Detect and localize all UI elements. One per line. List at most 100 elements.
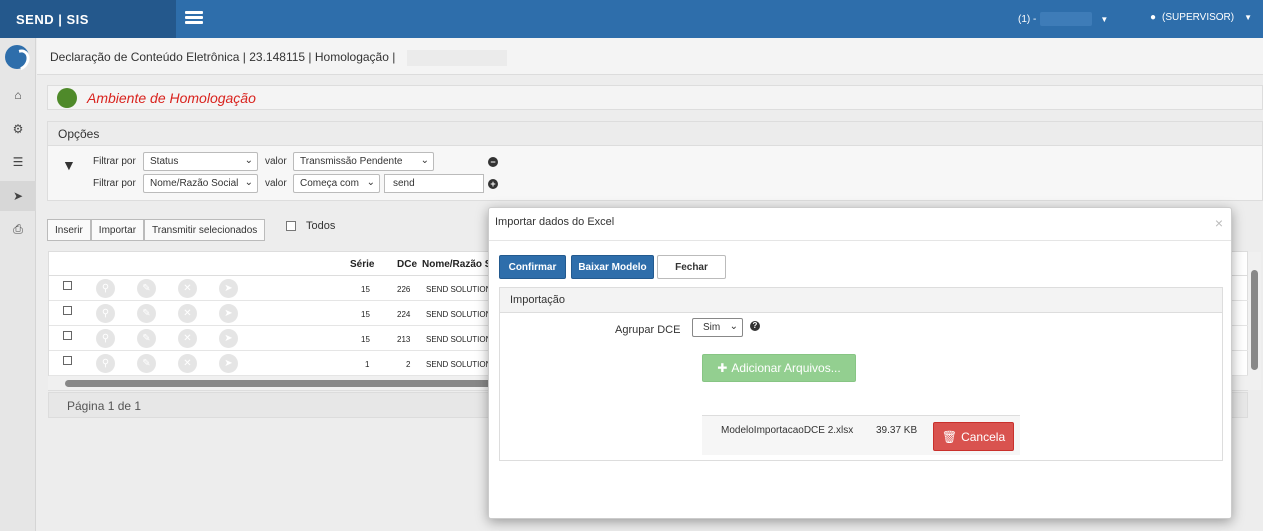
vertical-scrollbar[interactable] [1248,252,1261,390]
environment-status-icon [57,88,77,108]
value-label: valor [265,156,287,167]
send-icon[interactable]: ➤ [219,304,238,323]
select-all-label: Todos [306,220,336,232]
transmit-selected-button[interactable]: Transmitir selecionados [144,219,266,241]
environment-banner: Ambiente de Homologação [47,85,1263,110]
app-brand[interactable]: SEND | SIS [0,0,176,38]
chevron-down-icon: ▼ [1100,14,1109,24]
scrollbar-thumb[interactable] [65,380,505,387]
breadcrumb-redacted [406,50,507,66]
chevron-down-icon: ⌄ [244,177,253,188]
import-panel: Importação Agrupar DCE Sim ⌄ ? ✚ Adiciona… [499,287,1223,461]
file-size: 39.37 KB [876,425,918,436]
row-checkbox[interactable] [63,306,72,315]
cell-serie: 15 [361,335,370,344]
view-icon[interactable]: ⚲ [96,304,115,323]
chevron-down-icon: ⌄ [366,177,375,188]
filter-text-input[interactable]: send [384,174,484,193]
chevron-down-icon: ⌄ [420,155,429,166]
column-serie[interactable]: Série [350,259,374,270]
remove-filter-icon[interactable]: − [488,157,498,167]
user-role: (SUPERVISOR) [1162,12,1235,23]
home-icon[interactable]: ⌂ [0,80,36,110]
cell-dce: 226 [397,285,411,294]
grid-toolbar: Inserir Importar Transmitir selecionados [47,219,266,241]
delete-icon[interactable]: ✕ [178,304,197,323]
filter-icon[interactable]: ▼ [62,157,76,173]
user-menu[interactable]: ● (SUPERVISOR) ▼ [1150,12,1252,23]
close-button[interactable]: Fechar [657,255,726,279]
row-checkbox[interactable] [63,356,72,365]
top-navbar: SEND | SIS (1) - ▼ ● (SUPERVISOR) ▼ [0,0,1263,38]
group-dce-select[interactable]: Sim ⌄ [692,318,743,337]
plus-icon: ✚ [717,361,728,375]
view-icon[interactable]: ⚲ [96,329,115,348]
paper-plane-icon[interactable]: ➤ [0,181,36,211]
cell-name: SEND SOLUTIONS [426,285,497,294]
send-icon[interactable]: ➤ [219,279,238,298]
dialog-title: Importar dados do Excel [495,216,615,228]
send-icon[interactable]: ➤ [219,354,238,373]
row-checkbox[interactable] [63,331,72,340]
chevron-down-icon: ⌄ [729,321,738,332]
filter-label: Filtrar por [93,178,136,189]
help-icon[interactable]: ? [750,321,760,331]
delete-icon[interactable]: ✕ [178,354,197,373]
confirm-button[interactable]: Confirmar [499,255,566,279]
cell-serie: 15 [361,285,370,294]
value-label: valor [265,178,287,189]
trash-icon: 🗑 [941,429,958,444]
close-icon[interactable]: × [1215,215,1223,231]
scrollbar-thumb[interactable] [1251,270,1258,370]
import-button[interactable]: Importar [90,219,145,241]
filter-row-2: Filtrar por Nome/Razão Social ⌄ valor Com… [93,174,484,193]
filter-field-select[interactable]: Status ⌄ [143,152,258,171]
menu-toggle-icon[interactable] [185,11,203,25]
send-icon[interactable]: ➤ [219,329,238,348]
file-list-item: ModeloImportacaoDCE 2.xlsx 39.37 KB 🗑 Ca… [702,415,1020,455]
column-name[interactable]: Nome/Razão S [422,259,491,270]
list-icon[interactable]: ☰ [0,147,36,177]
view-icon[interactable]: ⚲ [96,279,115,298]
download-template-button[interactable]: Baixar Modelo [571,255,654,279]
cogs-icon[interactable]: ⚙ [0,114,36,144]
options-title: Opções [48,122,1262,146]
company-name-redacted [1040,12,1093,26]
company-selector[interactable]: (1) - ▼ [1018,12,1108,26]
insert-button[interactable]: Inserir [47,219,91,241]
view-icon[interactable]: ⚲ [96,354,115,373]
options-panel: Opções ▼ Filtrar por Status ⌄ valor Trans… [47,121,1263,201]
filter-row-1: Filtrar por Status ⌄ valor Transmissão Pe… [93,152,434,171]
cell-dce: 224 [397,310,411,319]
environment-label: Ambiente de Homologação [87,90,256,106]
print-icon[interactable]: ⎙ [0,214,36,244]
edit-icon[interactable]: ✎ [137,304,156,323]
user-icon: ● [1150,12,1157,23]
filter-operator-select[interactable]: Começa com ⌄ [293,174,380,193]
filter-label: Filtrar por [93,156,136,167]
edit-icon[interactable]: ✎ [137,354,156,373]
breadcrumb: Declaração de Conteúdo Eletrônica | 23.1… [37,38,1263,75]
import-panel-title: Importação [500,288,1222,313]
select-all-checkbox[interactable] [286,221,296,231]
column-dce[interactable]: DCe [397,259,417,270]
cell-name: SEND SOLUTIONS [426,310,497,319]
breadcrumb-text: Declaração de Conteúdo Eletrônica | 23.1… [50,50,396,65]
add-filter-icon[interactable]: + [488,179,498,189]
add-files-button[interactable]: ✚ Adicionar Arquivos... [702,354,856,382]
cancel-upload-button[interactable]: 🗑 Cancela [933,422,1014,451]
delete-icon[interactable]: ✕ [178,279,197,298]
cell-serie: 1 [365,360,370,369]
delete-icon[interactable]: ✕ [178,329,197,348]
cell-name: SEND SOLUTIONS [426,360,497,369]
cell-serie: 15 [361,310,370,319]
filter-value-select[interactable]: Transmissão Pendente ⌄ [293,152,434,171]
row-checkbox[interactable] [63,281,72,290]
file-name: ModeloImportacaoDCE 2.xlsx [721,425,854,436]
import-excel-dialog: Importar dados do Excel × Confirmar Baix… [488,207,1232,519]
edit-icon[interactable]: ✎ [137,279,156,298]
edit-icon[interactable]: ✎ [137,329,156,348]
sidebar: ⌂ ⚙ ☰ ➤ ⎙ [0,38,36,531]
filter-field-select[interactable]: Nome/Razão Social ⌄ [143,174,258,193]
select-all[interactable]: Todos [286,220,335,232]
